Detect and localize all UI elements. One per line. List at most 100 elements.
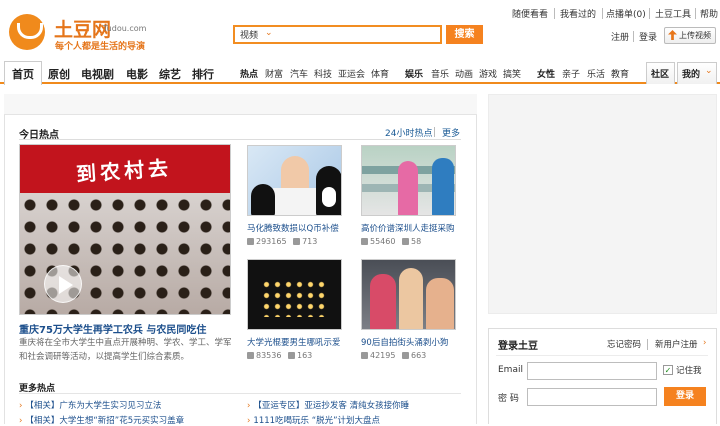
video-thumbnail[interactable]	[247, 145, 342, 216]
panel-top-bar	[4, 94, 477, 115]
password-field[interactable]	[527, 388, 657, 406]
video-thumbnail[interactable]	[247, 259, 342, 330]
bullet-icon: ›	[247, 401, 251, 411]
penguin-belly	[322, 187, 336, 207]
nav-variety[interactable]: 综艺	[159, 66, 181, 82]
divider	[496, 355, 708, 356]
chevron-down-icon[interactable]: ⌄	[265, 28, 273, 38]
shopper-figure	[398, 161, 418, 215]
divider	[695, 8, 696, 19]
nav-movie[interactable]: 电影	[126, 66, 148, 82]
top-link-tools[interactable]: 土豆工具	[655, 7, 691, 20]
top-link-playlist[interactable]: 点播单(0)	[606, 7, 646, 20]
video-title[interactable]: 马化腾致数损以Q币补偿	[247, 222, 339, 234]
divider	[554, 8, 555, 19]
penguin-mascot	[251, 184, 275, 215]
ad-panel	[488, 94, 717, 314]
chevron-down-icon[interactable]: ⌄	[705, 66, 713, 76]
nav-women[interactable]: 女性	[537, 67, 555, 80]
video-meta: 42195 663	[361, 351, 426, 360]
divider	[19, 393, 461, 394]
upload-button[interactable]: 上传视频	[664, 27, 716, 44]
play-count-icon	[247, 352, 254, 359]
hot-more-link[interactable]: 更多	[442, 126, 460, 139]
nav-original[interactable]: 原创	[48, 66, 70, 82]
list-item[interactable]: › 【相关】广东为大学生实习见习立法	[19, 399, 161, 411]
bullet-icon: ›	[19, 401, 23, 411]
logo-domain: Tudou.com	[103, 24, 147, 33]
nav-entertainment[interactable]: 娱乐	[405, 67, 423, 80]
play-count-icon	[361, 352, 368, 359]
person-figure	[399, 268, 423, 329]
banner-text: 到农村去	[75, 155, 173, 187]
nav-mine[interactable]: 我的	[682, 67, 700, 80]
list-item[interactable]: › 【亚运专区】亚运抄发客 清纯女孩接你睡	[247, 399, 409, 411]
email-field[interactable]	[527, 362, 657, 380]
nav-tv[interactable]: 电视剧	[81, 66, 114, 82]
upload-label: 上传视频	[679, 31, 711, 40]
register-link[interactable]: 新用户注册	[655, 338, 698, 350]
forgot-password-link[interactable]: 忘记密码	[607, 338, 641, 350]
top-link-history[interactable]: 我看过的	[560, 7, 596, 20]
hot-24h-link[interactable]: 24小时热点	[385, 126, 432, 139]
password-label: 密 码	[498, 394, 519, 404]
upload-icon	[668, 30, 677, 40]
banner-image: 到农村去	[20, 145, 230, 200]
nav-car[interactable]: 汽车	[290, 67, 308, 80]
video-title[interactable]: 大学光棍要男生哪吼示爱	[247, 336, 341, 348]
remember-checkbox[interactable]: ✓	[663, 365, 673, 375]
search-type-select[interactable]: 视频	[240, 28, 258, 41]
video-thumbnail[interactable]	[361, 145, 456, 216]
nav-community[interactable]: 社区	[651, 67, 669, 80]
signin-link[interactable]: 登录	[639, 30, 657, 43]
play-icon[interactable]	[44, 265, 82, 303]
search-button[interactable]: 搜索	[446, 25, 483, 44]
list-item[interactable]: › 1111吃喝玩乐 “脱光”计划大盘点	[247, 414, 380, 426]
nav-rank[interactable]: 排行	[192, 66, 214, 82]
divider	[19, 139, 461, 140]
register-link[interactable]: 注册	[611, 30, 629, 43]
logo-slogan: 每个人都是生活的导演	[55, 42, 146, 52]
top-link-random[interactable]: 随便看看	[512, 7, 548, 20]
top-link-help[interactable]: 帮助	[700, 7, 718, 20]
nav-sports[interactable]: 体育	[371, 67, 389, 80]
email-label: Email	[498, 365, 523, 375]
nav-funny[interactable]: 搞笑	[503, 67, 521, 80]
shopper-figure	[432, 158, 454, 215]
divider	[649, 8, 650, 19]
divider	[633, 31, 634, 42]
video-title[interactable]: 90后自拍街头涌剥小狗	[361, 336, 448, 348]
comment-icon	[293, 238, 301, 245]
nav-lohas[interactable]: 乐活	[587, 67, 605, 80]
person-figure	[370, 274, 396, 329]
site-header: 土豆网 Tudou.com 每个人都是生活的导演 视频 ⌄ 搜索 随便看看 我看…	[0, 0, 720, 58]
comment-icon	[402, 238, 409, 245]
nav-music[interactable]: 音乐	[431, 67, 449, 80]
featured-video-description: 重庆将在全市大学生中直点开展种明、学农、学工、学军和社会调研等活动，以提高学生们…	[19, 338, 232, 362]
video-meta: 55460 58	[361, 237, 421, 246]
nav-education[interactable]: 教育	[611, 67, 629, 80]
video-title[interactable]: 高价价谱深圳人走挺采购	[361, 222, 455, 234]
nav-finance[interactable]: 财富	[265, 67, 283, 80]
nav-tech[interactable]: 科技	[314, 67, 332, 80]
video-meta: 83536 163	[247, 351, 312, 360]
tudou-logo-icon[interactable]	[9, 14, 45, 50]
chevron-right-icon[interactable]: ›	[703, 338, 706, 348]
featured-video-title[interactable]: 重庆75万大学生再学工农兵 与农民同吃住	[19, 321, 206, 336]
video-thumbnail[interactable]	[361, 259, 456, 330]
nav-hot[interactable]: 热点	[240, 67, 258, 80]
featured-video-thumbnail[interactable]: 到农村去	[19, 144, 231, 315]
list-item[interactable]: › 【相关】大学生想“新招”花5元买实习盖章	[19, 414, 184, 426]
bullet-icon: ›	[19, 416, 23, 426]
person-figure	[426, 278, 454, 329]
divider	[602, 8, 603, 19]
person-shirt	[273, 188, 318, 215]
nav-games[interactable]: 游戏	[479, 67, 497, 80]
login-title: 登录土豆	[498, 341, 538, 352]
nav-asiangames[interactable]: 亚运会	[338, 67, 365, 80]
play-count-icon	[361, 238, 368, 245]
nav-animation[interactable]: 动画	[455, 67, 473, 80]
login-button[interactable]: 登录	[664, 387, 706, 406]
nav-home[interactable]: 首页	[12, 66, 34, 82]
nav-parenting[interactable]: 亲子	[562, 67, 580, 80]
